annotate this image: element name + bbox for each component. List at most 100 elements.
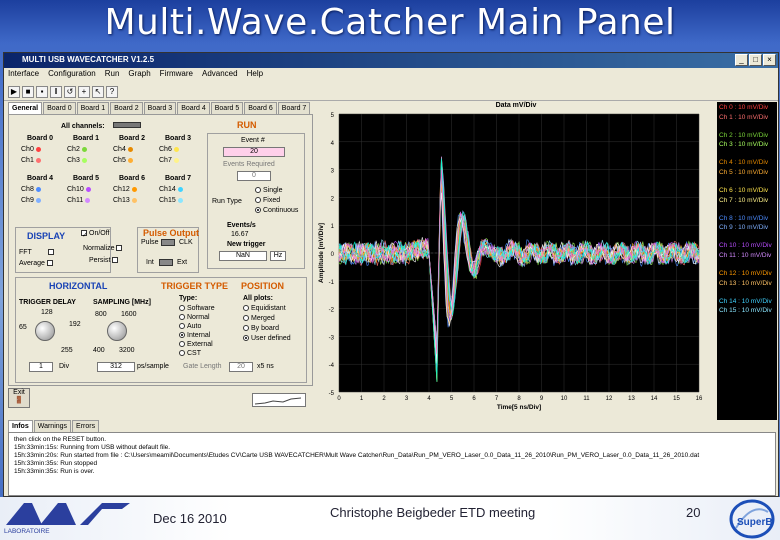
channel-led-icon <box>173 146 179 152</box>
int-ext-toggle[interactable] <box>159 259 173 266</box>
trigger-type-option[interactable]: Software <box>179 305 215 312</box>
average-option[interactable]: Average <box>19 260 55 267</box>
fft-checkbox[interactable] <box>47 249 54 256</box>
menu-run[interactable]: Run <box>105 69 120 82</box>
menu-help[interactable]: Help <box>247 69 263 82</box>
maximize-icon[interactable]: □ <box>749 54 762 66</box>
position-option[interactable]: User defined <box>243 335 291 342</box>
tab-general[interactable]: General <box>8 102 43 114</box>
display-onoff[interactable]: ✓On/Off <box>81 230 110 239</box>
reset-icon[interactable]: ↺ <box>64 85 76 98</box>
radio-icon[interactable] <box>243 335 249 342</box>
tab-board-5[interactable]: Board 5 <box>210 102 244 114</box>
menu-firmware[interactable]: Firmware <box>160 69 193 82</box>
channel-14[interactable]: Ch14 <box>159 186 183 193</box>
channel-10[interactable]: Ch10 <box>67 186 91 193</box>
channel-0[interactable]: Ch0 <box>21 146 41 153</box>
trigger-type-option[interactable]: CST <box>179 350 201 357</box>
menu-graph[interactable]: Graph <box>128 69 150 82</box>
tab-board-6[interactable]: Board 6 <box>244 102 277 114</box>
plot-canvas[interactable]: 543210-1-2-3-4-50 1 2 3 4 5 6 7 8 9 10 11 12 13 14 15 16… <box>315 102 717 420</box>
stop-icon[interactable]: ■ <box>22 85 34 98</box>
trigger-delay-knob[interactable] <box>35 321 55 341</box>
help-icon[interactable]: ? <box>106 85 118 98</box>
snapshot-button[interactable] <box>252 393 306 407</box>
run-type-option[interactable]: Fixed <box>255 197 280 204</box>
channel-6[interactable]: Ch6 <box>159 146 179 153</box>
radio-icon[interactable] <box>179 341 185 348</box>
position-option[interactable]: Equidistant <box>243 305 286 312</box>
knob1-tick-bottom: 255 <box>61 347 73 354</box>
waveform-plot[interactable]: 5 4 3 2 1 0 -1 -2 -3 -4 -5 0 1 2 3 4 5 6 7 8 9 10 11 12 13 14 15 16… <box>315 102 717 420</box>
trigger-type-option[interactable]: Auto <box>179 323 201 330</box>
radio-icon[interactable] <box>179 305 185 312</box>
exit-button[interactable]: Exit 🚪 <box>8 388 30 408</box>
tab-board-4[interactable]: Board 4 <box>177 102 210 114</box>
channel-7[interactable]: Ch7 <box>159 157 179 164</box>
persist-checkbox[interactable] <box>112 257 119 264</box>
persist-option[interactable]: Persist <box>89 257 120 264</box>
channel-1[interactable]: Ch1 <box>21 157 41 164</box>
trigger-type-option[interactable]: Normal <box>179 314 210 321</box>
channel-13[interactable]: Ch13 <box>113 197 137 204</box>
zoom-icon[interactable]: + <box>78 85 90 98</box>
log-tab-errors[interactable]: Errors <box>72 420 100 432</box>
normalize-checkbox[interactable] <box>116 245 123 252</box>
close-icon[interactable]: × <box>763 54 776 66</box>
radio-icon[interactable] <box>255 187 261 194</box>
radio-icon[interactable] <box>255 207 261 214</box>
events-required-field[interactable]: 0 <box>237 171 271 181</box>
trigger-type-option[interactable]: External <box>179 341 213 348</box>
channel-15[interactable]: Ch15 <box>159 197 183 204</box>
radio-icon[interactable] <box>243 315 249 322</box>
pulse-clk-toggle[interactable] <box>161 239 175 246</box>
menu-interface[interactable]: Interface <box>8 69 39 82</box>
minimize-icon[interactable]: _ <box>735 54 748 66</box>
div-field[interactable]: 1 <box>29 362 53 372</box>
channel-label: Ch14 <box>159 186 176 193</box>
position-option[interactable]: Merged <box>243 315 275 322</box>
radio-icon[interactable] <box>179 332 185 339</box>
pause-icon[interactable]: ‖ <box>50 85 62 98</box>
position-option[interactable]: By board <box>243 325 279 332</box>
tab-board-0[interactable]: Board 0 <box>43 102 76 114</box>
tab-board-3[interactable]: Board 3 <box>143 102 177 114</box>
radio-icon[interactable] <box>179 323 185 330</box>
channel-3[interactable]: Ch3 <box>67 157 87 164</box>
log-tab-warnings[interactable]: Warnings <box>33 420 72 432</box>
fft-option[interactable]: FFT <box>19 249 56 256</box>
normalize-option[interactable]: Normalize <box>83 245 124 252</box>
channel-12[interactable]: Ch12 <box>113 186 137 193</box>
trigger-type-label: Normal <box>187 314 210 321</box>
menu-configuration[interactable]: Configuration <box>48 69 96 82</box>
radio-icon[interactable] <box>243 305 249 312</box>
radio-icon[interactable] <box>179 350 185 357</box>
average-checkbox[interactable] <box>46 260 53 267</box>
channel-legend: Ch 0 : 10 mV/Div Ch 1 : 10 mV/Div Ch 2 : 1… <box>717 102 777 420</box>
onoff-checkbox[interactable]: ✓ <box>81 230 88 239</box>
radio-icon[interactable] <box>179 314 185 321</box>
menu-advanced[interactable]: Advanced <box>202 69 238 82</box>
gate-length-field[interactable]: 20 <box>229 362 253 372</box>
cursor-icon[interactable]: ↖ <box>92 85 104 98</box>
tab-board-7[interactable]: Board 7 <box>277 102 311 114</box>
events-per-s-label: Events/s <box>227 222 256 229</box>
radio-icon[interactable] <box>243 325 249 332</box>
tab-board-2[interactable]: Board 2 <box>110 102 143 114</box>
channel-9[interactable]: Ch9 <box>21 197 41 204</box>
tab-board-1[interactable]: Board 1 <box>76 102 110 114</box>
radio-icon[interactable] <box>255 197 261 204</box>
trigger-type-option[interactable]: Internal <box>179 332 210 339</box>
run-type-option[interactable]: Continuous <box>255 207 298 214</box>
channel-4[interactable]: Ch4 <box>113 146 133 153</box>
channel-5[interactable]: Ch5 <box>113 157 133 164</box>
run-icon[interactable]: ▶ <box>8 85 20 98</box>
all-channels-toggle[interactable] <box>113 122 141 128</box>
run-type-option[interactable]: Single <box>255 187 282 194</box>
channel-8[interactable]: Ch8 <box>21 186 41 193</box>
channel-11[interactable]: Ch11 <box>67 197 91 204</box>
sampling-knob[interactable] <box>107 321 127 341</box>
log-tab-infos[interactable]: Infos <box>8 420 33 432</box>
save-icon[interactable]: ▪ <box>36 85 48 98</box>
channel-2[interactable]: Ch2 <box>67 146 87 153</box>
